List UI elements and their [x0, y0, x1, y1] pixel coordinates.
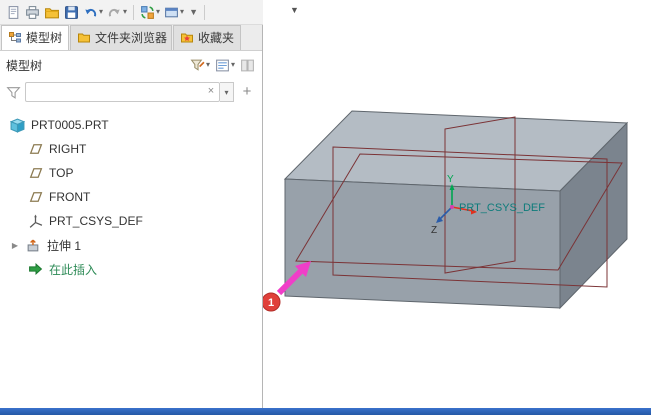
new-button[interactable] — [4, 2, 23, 22]
extrude-icon — [27, 239, 39, 251]
graphics-toolbar-caret[interactable]: ▼ — [288, 3, 301, 17]
window-bottom-border — [0, 408, 651, 415]
navigator-tabbar: 模型树 文件夹浏览器 收藏夹 — [0, 25, 262, 51]
csys-label[interactable]: PRT_CSYS_DEF — [459, 202, 545, 214]
tree-item-label: PRT0005.PRT — [31, 118, 109, 132]
tree-filter-icon — [190, 59, 205, 71]
coordinate-system-icon — [29, 214, 43, 228]
regenerate-caret[interactable]: ▾ — [156, 8, 160, 16]
open-folder-icon — [45, 7, 59, 18]
windows-caret[interactable]: ▾ — [180, 8, 184, 16]
redo-icon — [108, 8, 120, 17]
overflow-caret-icon: ▼ — [189, 6, 198, 17]
tab-label: 模型树 — [26, 31, 63, 45]
model-tree: PRT0005.PRT RIGHT TOP FRONT PRT_CSYS_DEF… — [0, 105, 262, 281]
redo-button[interactable]: ▾ — [105, 2, 129, 22]
tree-row-part[interactable]: PRT0005.PRT — [0, 113, 262, 137]
tree-item-label: RIGHT — [49, 142, 87, 156]
tree-item-label: TOP — [49, 166, 74, 180]
save-icon — [65, 5, 78, 19]
favorites-icon — [181, 33, 194, 43]
tree-item-label: PRT_CSYS_DEF — [49, 214, 143, 228]
model-viewport[interactable]: Y Z PRT_CSYS_DEF 1 — [263, 25, 651, 408]
quick-access-toolbar: ▾ ▾ ▾ ▾ ▼ — [0, 0, 263, 25]
tree-item-label: FRONT — [49, 190, 91, 204]
regenerate-button[interactable]: ▾ — [138, 2, 162, 22]
windows-icon — [165, 7, 178, 17]
windows-button[interactable]: ▾ — [162, 2, 186, 22]
tree-filter-row: × ▾ + — [0, 79, 262, 105]
toolbar-separator — [203, 4, 205, 20]
datum-plane-icon — [29, 192, 43, 202]
filter-dropdown-button[interactable]: ▾ — [220, 82, 234, 102]
tree-row-csys[interactable]: PRT_CSYS_DEF — [0, 209, 262, 233]
tree-item-label: 拉伸 1 — [47, 238, 82, 253]
model-tree-header: 模型树 ▾ ▾ — [0, 51, 262, 79]
tree-row-extrude[interactable]: ▶ 拉伸 1 — [0, 233, 262, 257]
y-axis-label: Y — [447, 174, 454, 185]
insert-here-icon — [29, 262, 43, 276]
clear-filter-button[interactable]: × — [204, 84, 218, 98]
model-tree-icon — [9, 32, 21, 43]
tree-settings-icon — [216, 59, 229, 71]
tree-filters-button[interactable]: ▾ — [189, 55, 211, 75]
tab-label: 收藏夹 — [198, 31, 235, 45]
search-box: × — [25, 82, 220, 102]
tree-settings-button[interactable]: ▾ — [214, 55, 236, 75]
show-columns-button[interactable] — [239, 55, 256, 75]
tree-row-top-plane[interactable]: TOP — [0, 161, 262, 185]
z-axis-label: Z — [431, 225, 437, 236]
tab-folder-browser[interactable]: 文件夹浏览器 — [70, 25, 173, 50]
show-columns-icon — [241, 59, 254, 71]
tab-label: 文件夹浏览器 — [95, 31, 168, 45]
undo-caret[interactable]: ▾ — [99, 8, 103, 16]
tree-filters-caret[interactable]: ▾ — [206, 61, 210, 69]
undo-button[interactable]: ▾ — [81, 2, 105, 22]
tree-settings-caret[interactable]: ▾ — [231, 61, 235, 69]
save-button[interactable] — [62, 2, 81, 22]
folder-browser-icon — [78, 33, 91, 43]
new-icon — [8, 5, 19, 19]
block-front-face[interactable] — [284, 178, 561, 309]
datum-plane-icon — [29, 144, 43, 154]
tree-filter-input[interactable] — [25, 82, 220, 102]
tree-row-front-plane[interactable]: FRONT — [0, 185, 262, 209]
tree-row-right-plane[interactable]: RIGHT — [0, 137, 262, 161]
graphics-area[interactable]: Y Z PRT_CSYS_DEF 1 — [263, 25, 651, 408]
tree-row-insert-here[interactable]: 在此插入 — [0, 257, 262, 281]
print-icon — [26, 5, 39, 19]
undo-icon — [85, 8, 97, 17]
toolbar-separator — [133, 4, 135, 20]
add-filter-button[interactable]: + — [238, 83, 256, 101]
redo-caret[interactable]: ▾ — [123, 8, 127, 16]
model-tree-title: 模型树 — [6, 58, 43, 73]
model-block[interactable] — [283, 110, 629, 310]
toolbar-overflow-button[interactable]: ▼ — [186, 2, 200, 22]
navigator-panel: 模型树 文件夹浏览器 收藏夹 模型树 ▾ ▾ × ▾ + PRT0005.PRT… — [0, 25, 263, 408]
print-button[interactable] — [23, 2, 42, 22]
regenerate-icon — [141, 5, 154, 19]
filter-funnel-icon — [6, 86, 21, 99]
tab-model-tree[interactable]: 模型树 — [1, 25, 70, 50]
expander-icon[interactable]: ▶ — [10, 241, 20, 250]
balloon-number: 1 — [268, 297, 274, 309]
tab-favorites[interactable]: 收藏夹 — [173, 25, 242, 50]
csys-origin-dot — [450, 205, 454, 209]
open-button[interactable] — [42, 2, 62, 22]
part-icon — [10, 117, 25, 133]
tree-item-label: 在此插入 — [49, 262, 98, 277]
datum-plane-icon — [29, 168, 43, 178]
